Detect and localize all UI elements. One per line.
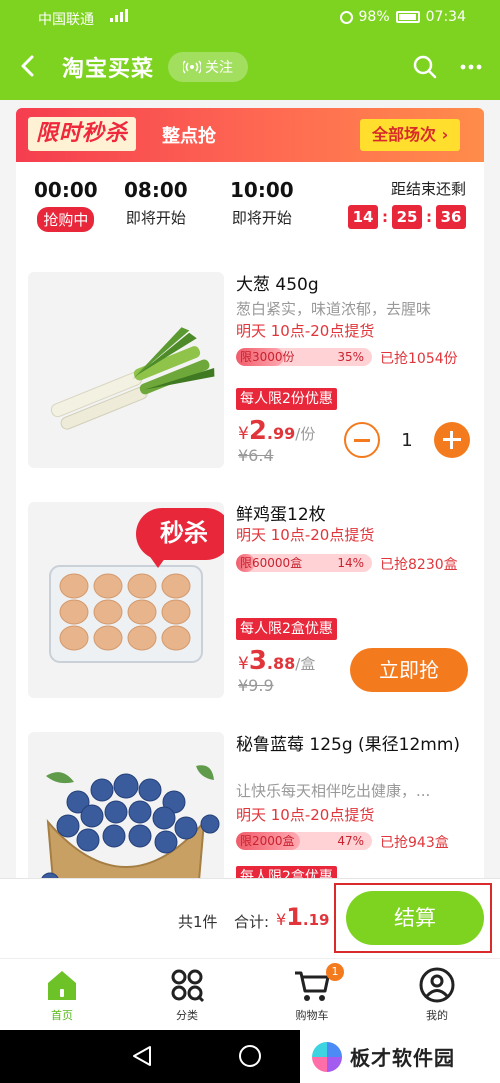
status-bar: 中国联通 98% 07:34 [0, 0, 500, 34]
product-item-eggs[interactable]: 秒杀 鲜鸡蛋12枚 明天 10点-20点提货 限60000盒 14% 已抢823… [16, 494, 484, 704]
sold-count: 已抢943盒 [380, 835, 449, 851]
countdown-hours: 14 [348, 205, 378, 229]
tab-label: 分类 [176, 1009, 198, 1022]
countdown-seconds: 36 [436, 205, 466, 229]
pickup-time: 明天 10点-20点提货 [236, 322, 375, 340]
back-icon[interactable] [14, 52, 42, 80]
tab-cart[interactable]: 1 购物车 [262, 963, 362, 1023]
stock-limit: 限3000份 [240, 350, 295, 364]
sale-price: ¥3.88/盒 [238, 646, 316, 676]
countdown-minutes: 25 [392, 205, 422, 229]
banner-subtitle: 整点抢 [162, 126, 216, 147]
session-time: 08:00 [124, 178, 188, 202]
home-icon [48, 971, 76, 1000]
product-name: 鲜鸡蛋12枚 [236, 505, 326, 525]
alarm-icon [339, 10, 353, 24]
product-name: 大葱 450g [236, 275, 319, 295]
progress-percent: 14% [337, 556, 364, 570]
quantity-value: 1 [401, 429, 413, 451]
total-label: 合计: [234, 913, 270, 931]
progress-percent: 35% [337, 350, 364, 364]
tab-category[interactable]: 分类 [137, 967, 237, 1023]
session-tab-1000[interactable]: 10:00 即将开始 [230, 178, 294, 228]
sold-count: 已抢8230盒 [380, 557, 458, 573]
session-status: 抢购中 [37, 207, 95, 232]
product-item-scallion[interactable]: 大葱 450g 葱白紧实，味道浓郁，去腥味 明天 10点-20点提货 限3000… [16, 264, 484, 474]
original-price: ¥9.9 [238, 676, 274, 695]
checkout-bar: 共1件 合计: ¥1.19 结算 [0, 878, 500, 958]
follow-button[interactable]: 关注 [168, 52, 248, 82]
tab-label: 购物车 [295, 1009, 329, 1022]
scallion-image[interactable] [28, 272, 224, 468]
session-tabs: 00:00 抢购中 08:00 即将开始 10:00 即将开始 距结束还剩 14… [16, 162, 484, 242]
search-icon[interactable] [412, 54, 438, 80]
quantity-stepper: 1 [344, 422, 470, 458]
all-sessions-button[interactable]: 全部场次 › [360, 119, 461, 151]
original-price: ¥6.4 [238, 446, 274, 465]
product-item-blueberry[interactable]: 秘鲁蓝莓 125g (果径12mm) 让快乐每天相伴吃出健康，... 明天 10… [16, 724, 484, 888]
clock: 07:34 [425, 9, 466, 25]
stock-limit: 限60000盒 [240, 556, 303, 570]
tab-home[interactable]: 首页 [12, 967, 112, 1023]
buy-now-button[interactable]: 立即抢 [350, 648, 468, 692]
session-time: 10:00 [230, 178, 294, 202]
nav-back-icon[interactable] [130, 1044, 154, 1068]
sold-progress-bar: 限3000份 35% [236, 348, 372, 366]
tab-profile[interactable]: 我的 [387, 967, 487, 1023]
decrease-button[interactable] [344, 422, 380, 458]
battery-icon [395, 11, 420, 23]
session-time: 00:00 [34, 178, 98, 202]
product-desc: 让快乐每天相伴吃出健康，... [236, 782, 431, 800]
product-name: 秘鲁蓝莓 125g (果径12mm) [236, 735, 461, 755]
session-status: 即将开始 [231, 209, 292, 227]
sale-price: ¥2.99/份 [238, 416, 316, 446]
top-header: 中国联通 98% 07:34 淘宝买菜 关注 [0, 0, 500, 100]
tab-label: 我的 [426, 1009, 448, 1022]
cart-badge: 1 [326, 963, 344, 981]
watermark-logo [312, 1041, 342, 1072]
blueberry-image[interactable] [28, 732, 224, 888]
sold-progress-bar: 限2000盒 47% [236, 832, 372, 850]
more-icon[interactable] [458, 54, 484, 80]
category-icon [171, 969, 205, 1003]
session-status: 即将开始 [125, 209, 186, 227]
profile-icon [419, 967, 455, 1003]
sold-progress-bar: 限60000盒 14% [236, 554, 372, 572]
increase-button[interactable] [434, 422, 470, 458]
follow-label: 关注 [205, 60, 233, 76]
flash-sale-card: 限时秒杀 整点抢 全部场次 › 00:00 抢购中 08:00 即将开始 10:… [16, 108, 484, 888]
per-person-limit: 每人限2盒优惠 [236, 618, 337, 640]
flash-sale-logo: 限时秒杀 [28, 117, 137, 151]
bottom-tab-bar: 首页 分类 1 购物车 我的 [0, 958, 500, 1030]
broadcast-icon [183, 60, 201, 74]
product-desc: 葱白紧实，味道浓郁，去腥味 [236, 300, 432, 318]
page-title: 淘宝买菜 [62, 57, 155, 82]
flash-sale-banner: 限时秒杀 整点抢 全部场次 › [16, 108, 484, 162]
total-amount: ¥1.19 [276, 903, 330, 931]
sold-count: 已抢1054份 [380, 351, 458, 367]
checkout-button[interactable]: 结算 [346, 891, 484, 945]
pickup-time: 明天 10点-20点提货 [236, 526, 375, 544]
progress-percent: 47% [337, 834, 364, 848]
session-tab-0000[interactable]: 00:00 抢购中 [34, 178, 98, 232]
watermark-text: 板才软件园 [350, 1046, 455, 1070]
nav-row: 淘宝买菜 关注 [0, 42, 500, 92]
battery-percent: 98% [358, 9, 390, 25]
watermark: 板才软件园 [300, 1030, 500, 1083]
stock-limit: 限2000盒 [240, 834, 295, 848]
flash-sale-badge: 秒杀 [136, 508, 224, 568]
countdown-label: 距结束还剩 [390, 180, 466, 198]
carrier-text: 中国联通 [38, 12, 94, 28]
signal-icon [110, 9, 128, 22]
eggs-image[interactable]: 秒杀 [28, 502, 224, 698]
per-person-limit: 每人限2份优惠 [236, 388, 337, 410]
nav-home-icon[interactable] [238, 1044, 262, 1068]
tab-label: 首页 [51, 1009, 73, 1022]
countdown-timer: 距结束还剩 14 : 25 : 36 [348, 178, 466, 229]
item-count: 共1件 [178, 913, 218, 931]
session-tab-0800[interactable]: 08:00 即将开始 [124, 178, 188, 228]
pickup-time: 明天 10点-20点提货 [236, 806, 375, 824]
